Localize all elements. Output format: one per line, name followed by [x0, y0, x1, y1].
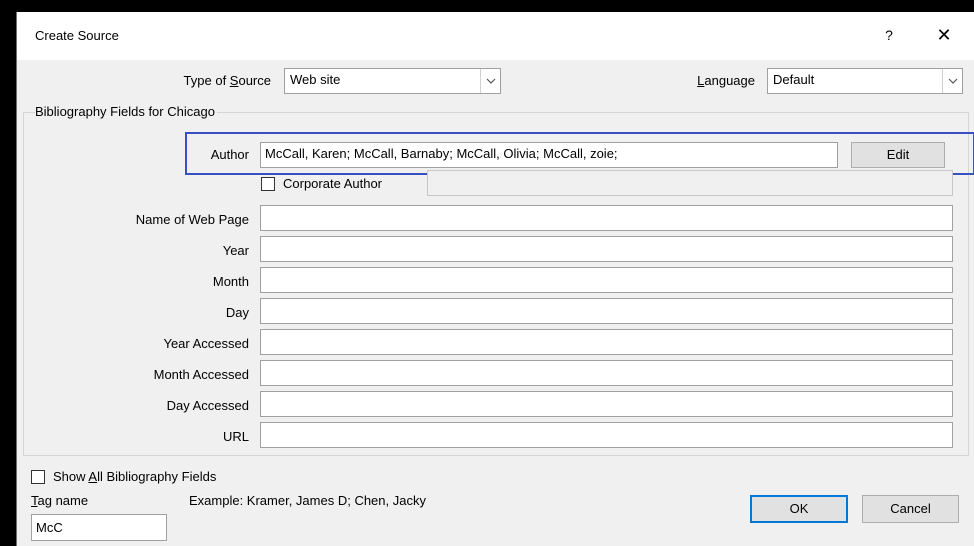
- chevron-down-icon[interactable]: [942, 69, 962, 93]
- name-of-web-page-label: Name of Web Page: [135, 212, 249, 227]
- month-label: Month: [212, 274, 249, 289]
- tag-example-text: Example: Kramer, James D; Chen, Jacky: [189, 493, 426, 508]
- chevron-down-icon[interactable]: [480, 69, 500, 93]
- show-all-label-accel: A: [88, 469, 98, 484]
- group-title: Bibliography Fields for Chicago: [35, 104, 217, 119]
- help-button[interactable]: ?: [875, 22, 903, 48]
- dialog-content: Type of Source Web site Language Default…: [17, 60, 974, 546]
- corporate-author-checkbox[interactable]: [261, 177, 275, 191]
- tag-name-label-post: ag name: [37, 493, 89, 508]
- day-label: Day: [225, 305, 249, 320]
- month-accessed-field[interactable]: [260, 360, 953, 386]
- name-of-web-page-field[interactable]: [260, 205, 953, 231]
- year-accessed-field[interactable]: [260, 329, 953, 355]
- cancel-button[interactable]: Cancel: [862, 495, 959, 523]
- language-label-post: anguage: [704, 73, 755, 88]
- day-field[interactable]: [260, 298, 953, 324]
- show-all-label-post: ll Bibliography Fields: [97, 469, 217, 484]
- month-accessed-label: Month Accessed: [153, 367, 249, 382]
- tag-name-value: McC: [36, 520, 63, 535]
- type-of-source-value: Web site: [290, 72, 341, 87]
- url-field[interactable]: [260, 422, 953, 448]
- day-accessed-field[interactable]: [260, 391, 953, 417]
- corporate-author-field[interactable]: [427, 170, 953, 196]
- show-all-fields-label: Show All Bibliography Fields: [53, 469, 216, 484]
- url-label: URL: [222, 429, 249, 444]
- year-field[interactable]: [260, 236, 953, 262]
- close-button[interactable]: ✕: [929, 22, 959, 48]
- tag-name-field[interactable]: McC: [31, 514, 167, 541]
- show-all-fields-checkbox[interactable]: [31, 470, 45, 484]
- type-of-source-label-post: ource: [238, 73, 271, 88]
- title-bar: Create Source ? ✕: [17, 12, 974, 60]
- day-accessed-label: Day Accessed: [166, 398, 249, 413]
- year-accessed-label: Year Accessed: [163, 336, 249, 351]
- month-field[interactable]: [260, 267, 953, 293]
- author-highlight-box: [185, 132, 974, 175]
- type-of-source-label-pre: Type of: [183, 73, 230, 88]
- year-label: Year: [222, 243, 249, 258]
- show-all-label-pre: Show: [53, 469, 89, 484]
- language-label: Language: [667, 73, 755, 88]
- corporate-author-label: Corporate Author: [283, 176, 383, 191]
- type-of-source-select[interactable]: Web site: [284, 68, 501, 94]
- language-value: Default: [773, 72, 815, 87]
- create-source-dialog: Create Source ? ✕ Type of Source Web sit…: [16, 12, 974, 546]
- language-select[interactable]: Default: [767, 68, 963, 94]
- ok-button[interactable]: OK: [750, 495, 848, 523]
- tag-name-label: Tag name: [31, 493, 88, 508]
- type-of-source-label: Type of Source: [137, 73, 271, 88]
- dialog-title: Create Source: [35, 28, 119, 43]
